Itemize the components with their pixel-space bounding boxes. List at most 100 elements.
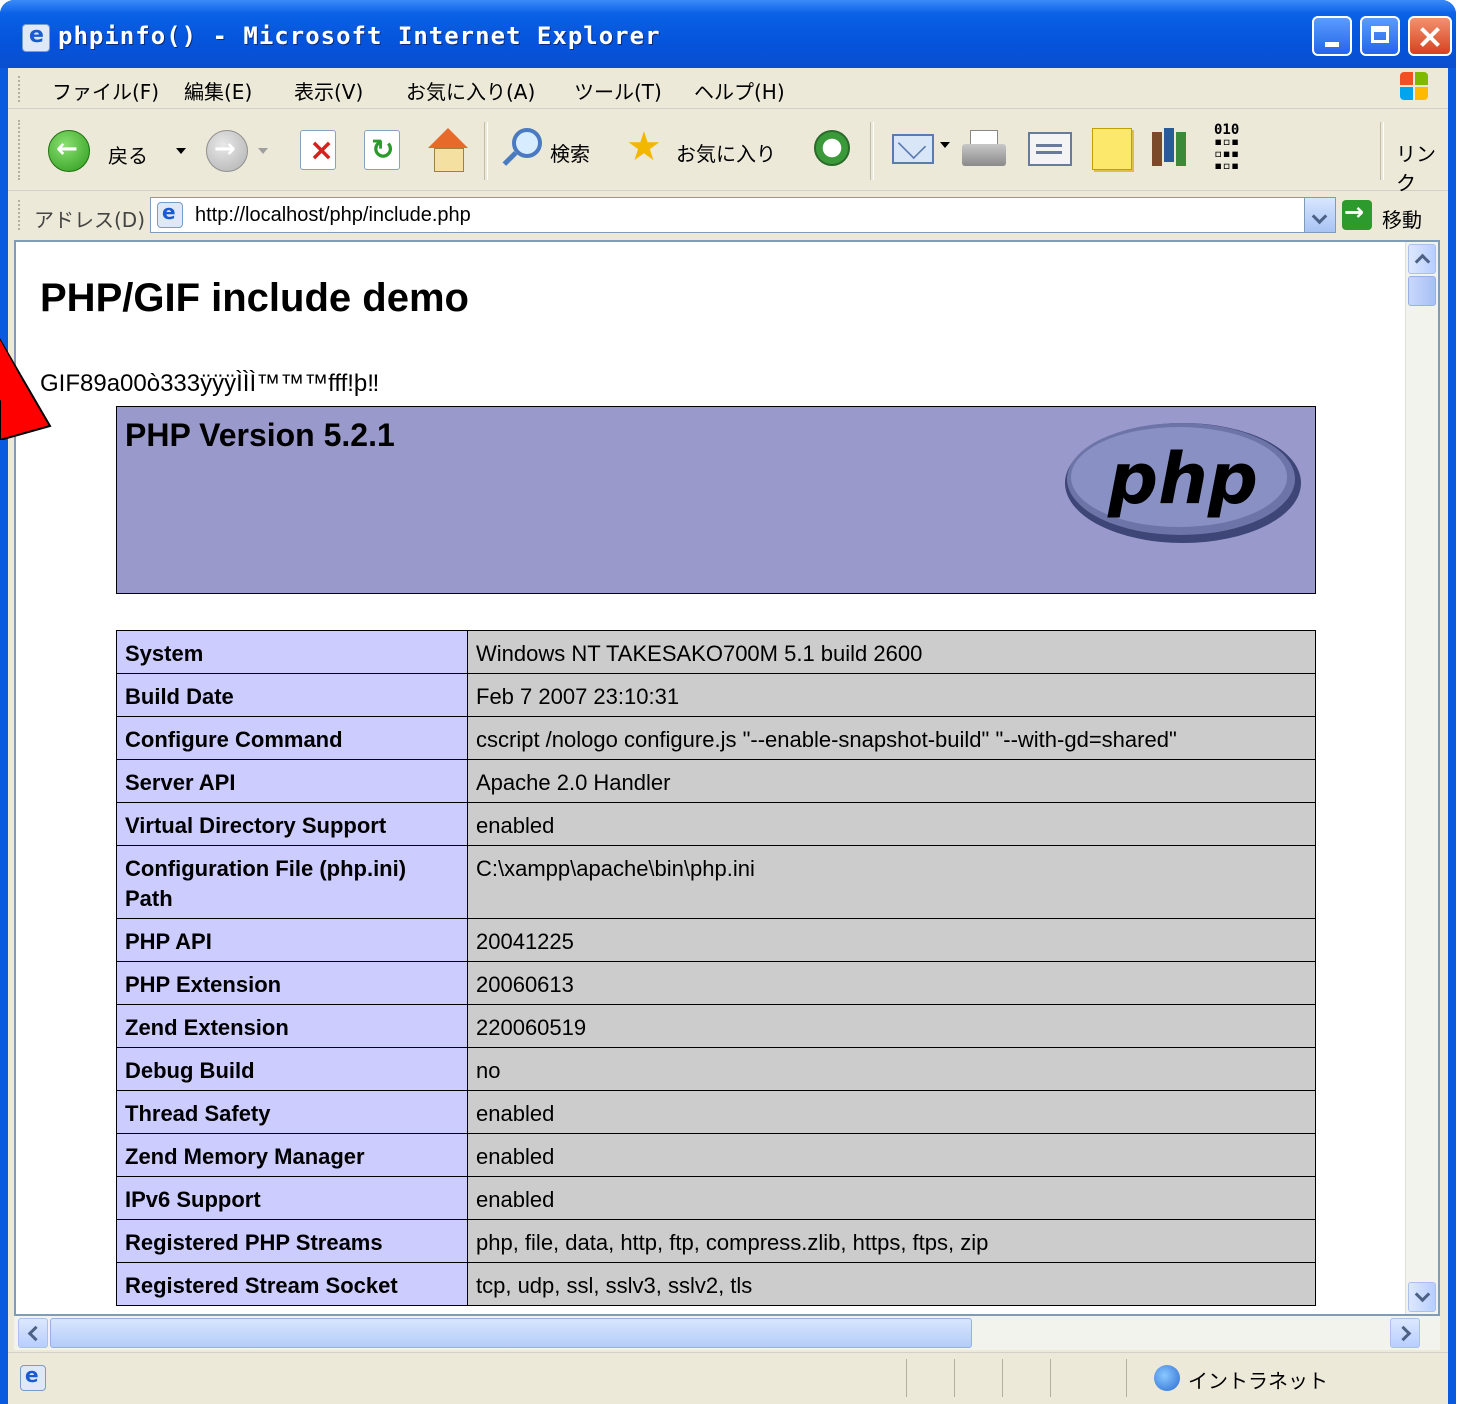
table-row: Build Date Feb 7 2007 23:10:31	[116, 673, 1316, 717]
vertical-scrollbar[interactable]	[1405, 242, 1438, 1314]
edit-icon[interactable]	[1028, 132, 1072, 166]
menu-view[interactable]: 表示(V)	[294, 76, 363, 105]
row-key: System	[116, 630, 468, 674]
mail-icon[interactable]	[892, 134, 934, 164]
table-row: System Windows NT TAKESAKO700M 5.1 build …	[116, 630, 1316, 674]
scroll-down-button[interactable]	[1408, 1282, 1436, 1312]
row-value: 220060519	[467, 1004, 1316, 1048]
row-value: Windows NT TAKESAKO700M 5.1 build 2600	[467, 630, 1316, 674]
mail-dropdown-icon[interactable]	[940, 142, 950, 148]
page-title: PHP/GIF include demo	[40, 276, 469, 320]
menu-help[interactable]: ヘルプ(H)	[694, 76, 785, 105]
scroll-up-button[interactable]	[1408, 244, 1436, 274]
minimize-button[interactable]	[1312, 16, 1352, 56]
row-key: Configuration File (php.ini) Path	[116, 845, 468, 919]
row-value: 20060613	[467, 961, 1316, 1005]
menu-edit[interactable]: 編集(E)	[184, 76, 252, 105]
window-title: phpinfo() - Microsoft Internet Explorer	[58, 22, 661, 50]
qr-code-icon[interactable]: 010 ▪▫▪ ▫▪▪ ▪▫▪	[1214, 123, 1264, 173]
menu-favorites[interactable]: お気に入り(A)	[406, 76, 535, 105]
refresh-icon[interactable]	[364, 130, 400, 170]
address-bar: アドレス(D) http://localhost/php/include.php…	[8, 192, 1448, 238]
row-value: enabled	[467, 1090, 1316, 1134]
status-page-icon	[20, 1363, 46, 1391]
row-key: Server API	[116, 759, 468, 803]
title-bar[interactable]: phpinfo() - Microsoft Internet Explorer	[0, 0, 1456, 68]
windows-logo-icon	[1400, 72, 1430, 102]
addressbar-grip[interactable]	[18, 200, 23, 230]
go-button[interactable]: 移動	[1382, 204, 1422, 233]
back-button-label[interactable]: 戻る	[108, 140, 148, 169]
toolbar-separator	[870, 122, 874, 180]
maximize-button[interactable]	[1360, 16, 1400, 56]
row-value: C:\xampp\apache\bin\php.ini	[467, 845, 1316, 919]
table-row: Zend Extension 220060519	[116, 1004, 1316, 1048]
search-button-label[interactable]: 検索	[550, 138, 590, 167]
menu-bar: ファイル(F) 編集(E) 表示(V) お気に入り(A) ツール(T) ヘルプ(…	[8, 68, 1448, 109]
row-key: Thread Safety	[116, 1090, 468, 1134]
table-row: Configuration File (php.ini) Path C:\xamp…	[116, 845, 1316, 919]
back-arrow-icon[interactable]	[48, 130, 90, 172]
table-row: IPv6 Support enabled	[116, 1176, 1316, 1220]
table-row: Debug Build no	[116, 1047, 1316, 1091]
row-key: Virtual Directory Support	[116, 802, 468, 846]
intranet-zone-icon	[1154, 1365, 1180, 1391]
row-value: tcp, udp, ssl, sslv3, sslv2, tls	[467, 1262, 1316, 1306]
address-url[interactable]: http://localhost/php/include.php	[195, 204, 471, 227]
browser-chrome: ファイル(F) 編集(E) 表示(V) お気に入り(A) ツール(T) ヘルプ(…	[8, 68, 1448, 1404]
table-row: PHP API 20041225	[116, 918, 1316, 962]
php-logo[interactable]: php	[1061, 417, 1305, 547]
scroll-left-button[interactable]	[18, 1318, 48, 1348]
links-button[interactable]: リンク	[1396, 138, 1448, 196]
row-key: Build Date	[116, 673, 468, 717]
history-icon[interactable]	[814, 130, 850, 166]
toolbar-separator	[484, 122, 488, 180]
address-dropdown-icon[interactable]	[1304, 198, 1335, 232]
row-key: PHP Extension	[116, 961, 468, 1005]
forward-arrow-icon[interactable]	[206, 130, 248, 172]
row-value: enabled	[467, 802, 1316, 846]
php-version-header: PHP Version 5.2.1 php	[116, 406, 1316, 594]
research-icon[interactable]	[1152, 128, 1192, 170]
favorites-star-icon[interactable]: ★	[626, 124, 662, 170]
table-row: Virtual Directory Support enabled	[116, 802, 1316, 846]
row-value: enabled	[467, 1133, 1316, 1177]
phpinfo-table: System Windows NT TAKESAKO700M 5.1 build …	[116, 630, 1316, 1306]
table-row: Registered PHP Streams php, file, data, h…	[116, 1219, 1316, 1263]
menu-file[interactable]: ファイル(F)	[52, 76, 159, 105]
table-row: Configure Command cscript /nologo configu…	[116, 716, 1316, 760]
page-viewport: PHP/GIF include demo GIF89a00ò333ÿÿÿÌÌÌ™…	[14, 240, 1440, 1316]
back-dropdown-icon[interactable]	[176, 148, 186, 154]
row-key: Registered PHP Streams	[116, 1219, 468, 1263]
forward-dropdown-icon[interactable]	[258, 148, 268, 154]
print-icon[interactable]	[962, 130, 1006, 170]
address-label: アドレス(D)	[34, 208, 146, 232]
horizontal-scrollbar[interactable]	[14, 1316, 1440, 1350]
page-ie-icon	[157, 200, 183, 228]
go-arrow-icon[interactable]	[1342, 198, 1372, 230]
horizontal-scroll-thumb[interactable]	[50, 1318, 972, 1348]
menubar-grip[interactable]	[18, 76, 23, 102]
vertical-scroll-thumb[interactable]	[1408, 276, 1436, 306]
stop-icon[interactable]	[300, 130, 336, 170]
note-icon[interactable]	[1092, 128, 1132, 170]
status-bar: イントラネット	[8, 1352, 1448, 1404]
row-value: no	[467, 1047, 1316, 1091]
standard-toolbar: 戻る 検索 ★ お気に入り 010▪▫▪▫▪▪▪▫▪ リンク	[8, 110, 1448, 195]
row-key: Configure Command	[116, 716, 468, 760]
status-panel	[1126, 1359, 1127, 1397]
menu-tools[interactable]: ツール(T)	[574, 76, 662, 105]
toolbar-grip[interactable]	[18, 120, 23, 180]
favorites-button-label[interactable]: お気に入り	[676, 138, 776, 167]
ie-app-icon	[22, 23, 50, 52]
row-value: Apache 2.0 Handler	[467, 759, 1316, 803]
php-version-title: PHP Version 5.2.1	[125, 417, 395, 453]
address-input[interactable]: http://localhost/php/include.php	[150, 197, 1336, 233]
annotation-arrow	[0, 338, 52, 440]
search-icon[interactable]	[502, 128, 542, 168]
home-icon[interactable]	[426, 128, 470, 172]
scroll-right-button[interactable]	[1390, 1318, 1420, 1348]
row-key: Registered Stream Socket	[116, 1262, 468, 1306]
row-value: Feb 7 2007 23:10:31	[467, 673, 1316, 717]
close-button[interactable]	[1408, 16, 1452, 56]
